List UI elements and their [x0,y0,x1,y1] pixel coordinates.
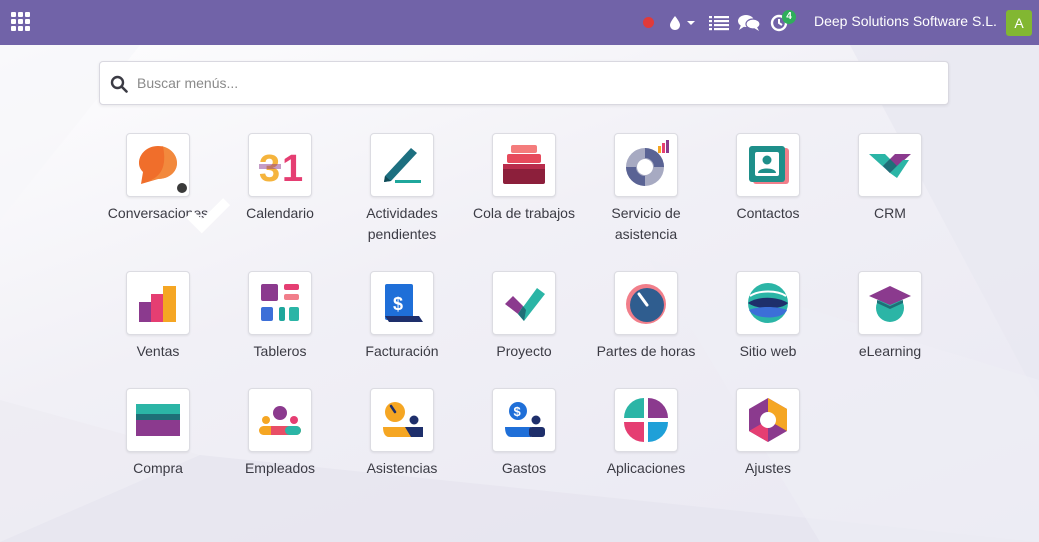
app-gastos[interactable]: $ Gastos [463,388,585,479]
app-cola-trabajos[interactable]: Cola de trabajos [463,133,585,224]
app-label: Cola de trabajos [473,205,575,221]
app-contactos[interactable]: Contactos [707,133,829,224]
globe-icon [748,283,788,323]
app-label: Servicio de asistencia [611,205,681,242]
apps-menu-icon[interactable] [11,12,30,31]
app-label: Asistencias [366,460,438,476]
app-conversaciones[interactable]: Conversaciones [97,133,231,234]
record-icon[interactable] [638,0,658,45]
check-badge-icon [176,182,231,234]
app-facturacion[interactable]: $ Facturación [341,271,463,362]
app-crm[interactable]: CRM [829,133,951,224]
app-label: Actividades pendientes [366,205,438,242]
app-label: Empleados [244,460,316,476]
credit-card-icon [136,404,180,436]
svg-text:1: 1 [282,148,303,190]
app-proyecto[interactable]: Proyecto [463,271,585,362]
app-label: Sitio web [739,343,797,359]
top-navbar: 4 Deep Solutions Software S.L. A [0,0,1039,45]
lifebuoy-icon [626,140,669,186]
app-label: Proyecto [496,343,552,359]
app-actividades[interactable]: Actividades pendientes [341,133,463,245]
apps-pinwheel-icon [624,398,668,442]
app-empleados[interactable]: Empleados [219,388,341,479]
bar-chart-icon [139,286,176,322]
pen-icon [384,148,421,183]
contact-card-icon [749,146,789,184]
handshake-icon [869,154,911,178]
gauge-icon [626,284,666,324]
calendar-31-icon: 3 1 [259,148,303,190]
svg-text:$: $ [514,404,522,419]
app-label: eLearning [858,343,922,359]
app-label: Aplicaciones [606,460,686,476]
list-icon[interactable] [708,0,730,45]
app-label: Facturación [365,343,439,359]
app-aplicaciones[interactable]: Aplicaciones [585,388,707,479]
clock-person-icon [383,402,423,437]
search-icon [110,75,128,93]
app-asistencias[interactable]: Asistencias [341,388,463,479]
app-elearning[interactable]: eLearning [829,271,951,362]
user-avatar[interactable]: A [1006,10,1032,36]
app-tableros[interactable]: Tableros [219,271,341,362]
app-label: CRM [874,205,906,221]
checkmark-icon [505,288,545,321]
dashboard-icon [261,284,299,321]
stack-icon [503,145,545,184]
theme-drop-icon[interactable] [667,0,697,45]
graduation-cap-icon [869,286,911,322]
app-partes-horas[interactable]: Partes de horas [585,271,707,362]
activity-count-badge: 4 [782,10,796,24]
expense-icon: $ [505,402,545,437]
app-calendario[interactable]: 3 1 Calendario [219,133,341,224]
messages-icon[interactable] [738,0,760,45]
search-bar [99,61,949,105]
app-label: Ajustes [745,460,791,476]
app-ajustes[interactable]: Ajustes [707,388,829,479]
app-servicio-asistencia[interactable]: Servicio de asistencia [585,133,707,245]
app-label: Tableros [253,343,307,359]
app-sitio-web[interactable]: Sitio web [707,271,829,362]
search-input[interactable] [137,68,937,98]
people-icon [259,406,301,435]
app-label: Calendario [246,205,314,221]
company-switcher[interactable]: Deep Solutions Software S.L. [814,0,997,45]
app-label: Partes de horas [596,343,696,359]
invoice-dollar-icon: $ [385,284,423,322]
app-label: Compra [133,460,183,476]
app-label: Gastos [501,460,547,476]
svg-text:$: $ [393,294,403,314]
gear-hexagon-icon [749,398,787,442]
app-label: Ventas [136,343,180,359]
app-compra[interactable]: Compra [97,388,219,479]
app-ventas[interactable]: Ventas [97,271,219,362]
app-label: Contactos [736,205,800,221]
